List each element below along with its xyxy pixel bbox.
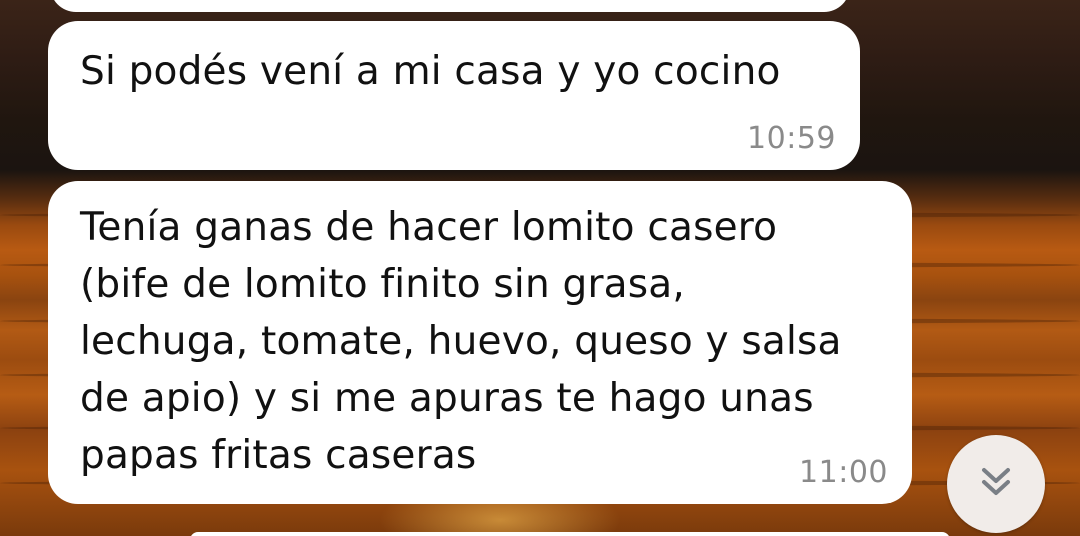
previous-message-bubble[interactable]	[50, 0, 850, 12]
message-line: papas fritas caseras	[80, 433, 477, 478]
message-line: (bife de lomito finito sin grasa,	[80, 262, 685, 307]
scroll-to-bottom-button[interactable]	[947, 435, 1045, 533]
message-line: Tenía ganas de hacer lomito casero	[80, 205, 778, 250]
message-bubble[interactable]: Si podés vení a mi casa y yo cocino 10:5…	[48, 21, 860, 170]
message-bubble[interactable]: Tenía ganas de hacer lomito casero (bife…	[48, 181, 912, 504]
next-message-bubble[interactable]	[190, 532, 950, 536]
message-line: de apio) y si me apuras te hago unas	[80, 376, 814, 421]
message-text: Si podés vení a mi casa y yo cocino	[80, 49, 781, 94]
message-line: lechuga, tomate, huevo, queso y salsa	[80, 319, 842, 364]
double-chevron-down-icon	[976, 462, 1016, 506]
message-timestamp: 11:00	[799, 455, 888, 490]
message-text: Tenía ganas de hacer lomito casero (bife…	[80, 199, 880, 484]
message-timestamp: 10:59	[747, 121, 836, 156]
